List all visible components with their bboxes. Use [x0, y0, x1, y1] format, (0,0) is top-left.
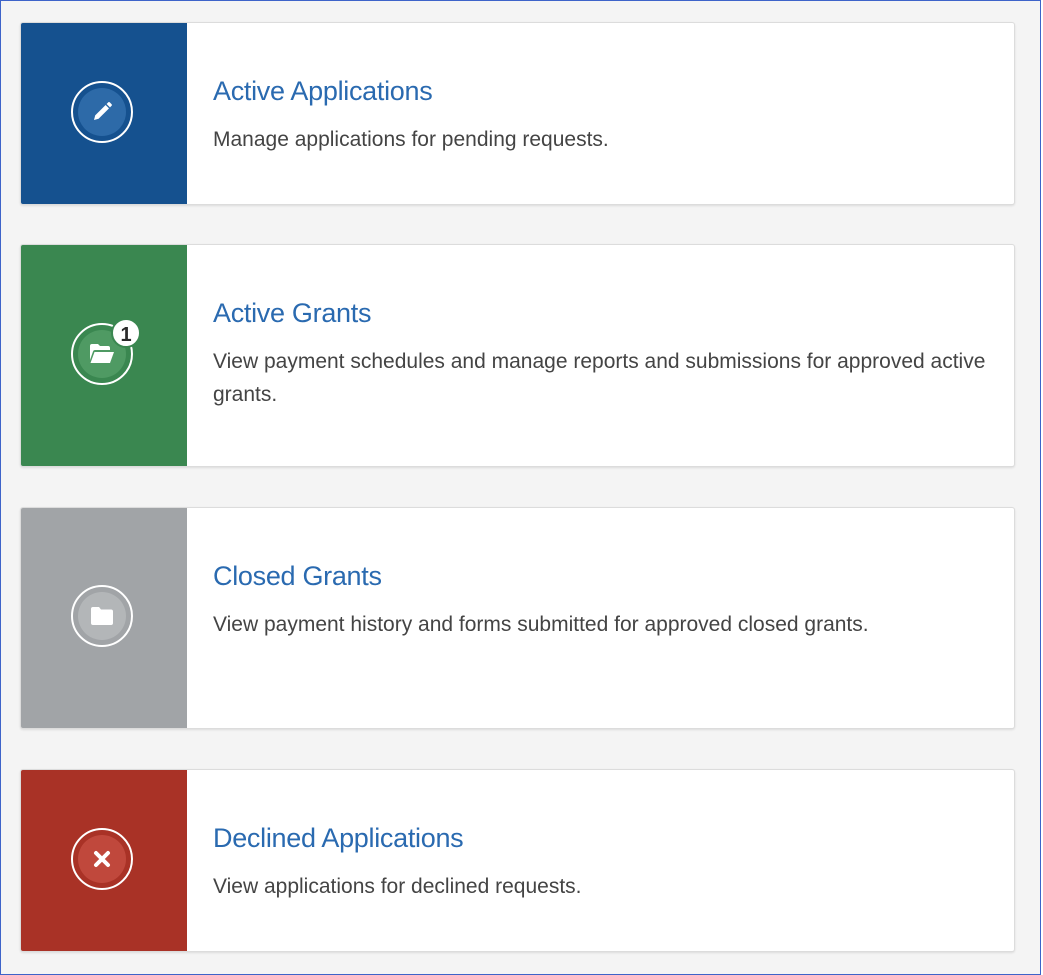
folder-icon: [78, 592, 126, 640]
closed-grants-icon-ring: [71, 585, 133, 647]
declined-applications-link[interactable]: Declined Applications: [213, 822, 994, 854]
active-grants-link[interactable]: Active Grants: [213, 297, 994, 329]
dashboard-panel: Active Applications Manage applications …: [0, 0, 1041, 975]
active-grants-description: View payment schedules and manage report…: [213, 350, 986, 406]
closed-grants-link[interactable]: Closed Grants: [213, 560, 994, 592]
active-grants-body: Active Grants View payment schedules and…: [213, 297, 994, 411]
pencil-icon: [78, 87, 126, 136]
close-icon: [78, 834, 126, 883]
active-applications-icon-ring: [71, 80, 133, 143]
declined-applications-card[interactable]: Declined Applications View applications …: [20, 769, 1015, 952]
active-applications-tile: [21, 23, 187, 204]
active-applications-description: Manage applications for pending requests…: [213, 128, 609, 151]
declined-applications-description: View applications for declined requests.: [213, 875, 582, 898]
closed-grants-description: View payment history and forms submitted…: [213, 613, 869, 636]
closed-grants-card[interactable]: Closed Grants View payment history and f…: [20, 507, 1015, 729]
active-grants-tile: 1: [21, 245, 187, 466]
active-applications-card[interactable]: Active Applications Manage applications …: [20, 22, 1015, 205]
active-applications-link[interactable]: Active Applications: [213, 75, 994, 107]
active-applications-body: Active Applications Manage applications …: [213, 75, 994, 156]
closed-grants-tile: [21, 508, 187, 728]
closed-grants-body: Closed Grants View payment history and f…: [213, 560, 994, 641]
declined-applications-icon-ring: [71, 827, 133, 890]
active-grants-card[interactable]: 1 Active Grants View payment schedules a…: [20, 244, 1015, 467]
declined-applications-body: Declined Applications View applications …: [213, 822, 994, 903]
active-grants-icon-ring: 1: [71, 317, 141, 385]
notification-badge: 1: [111, 317, 141, 348]
declined-applications-tile: [21, 770, 187, 951]
